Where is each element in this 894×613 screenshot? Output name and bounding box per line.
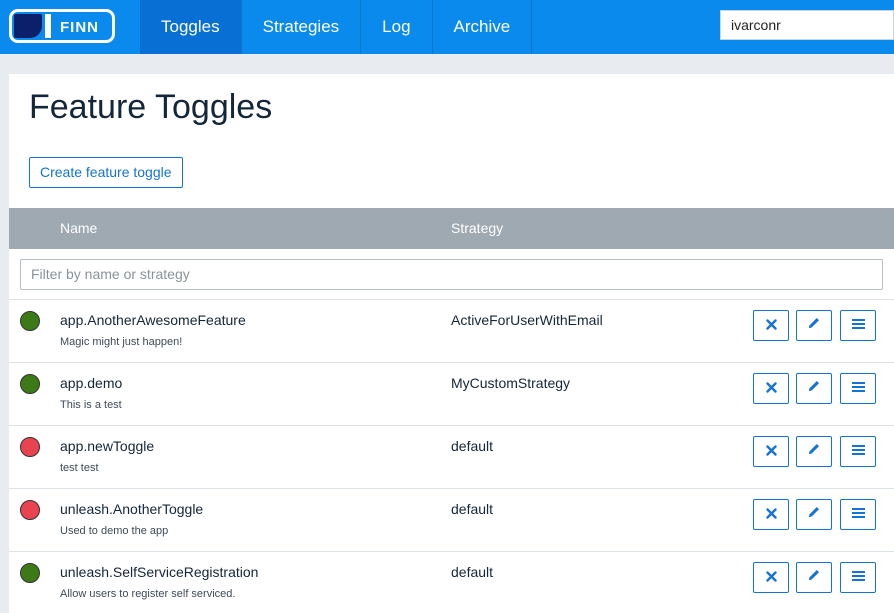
close-icon: [765, 569, 777, 587]
toggle-history-button[interactable]: [840, 373, 876, 404]
close-icon: [765, 317, 777, 335]
main-nav: Toggles Strategies Log Archive: [140, 0, 533, 54]
close-icon: [765, 380, 777, 398]
toggle-name[interactable]: app.newToggle: [60, 438, 154, 454]
list-icon: [851, 380, 865, 398]
toggle-history-button[interactable]: [840, 562, 876, 593]
pencil-icon: [807, 568, 821, 587]
status-toggle-indicator[interactable]: [20, 374, 40, 394]
page-title: Feature Toggles: [29, 88, 273, 126]
status-toggle-indicator[interactable]: [20, 500, 40, 520]
toggle-strategy: default: [451, 501, 494, 517]
edit-toggle-button[interactable]: [796, 499, 832, 530]
table-row: unleash.AnotherToggle Used to demo the ap…: [9, 489, 894, 552]
toggle-name[interactable]: app.demo: [60, 375, 122, 391]
toggle-name[interactable]: unleash.AnotherToggle: [60, 501, 203, 517]
list-icon: [851, 569, 865, 587]
edit-toggle-button[interactable]: [796, 562, 832, 593]
delete-toggle-button[interactable]: [753, 436, 789, 467]
list-icon: [851, 317, 865, 335]
create-feature-toggle-button[interactable]: Create feature toggle: [29, 157, 183, 188]
pencil-icon: [807, 379, 821, 398]
toggle-name[interactable]: unleash.SelfServiceRegistration: [60, 564, 258, 580]
table-row: unleash.SelfServiceRegistration Allow use…: [9, 552, 894, 613]
close-icon: [765, 443, 777, 461]
logo-mark: [14, 14, 42, 38]
delete-toggle-button[interactable]: [753, 373, 789, 404]
tab-strategies[interactable]: Strategies: [242, 0, 362, 54]
toggle-description: Magic might just happen!: [60, 336, 183, 348]
status-toggle-indicator[interactable]: [20, 563, 40, 583]
status-toggle-indicator[interactable]: [20, 437, 40, 457]
toggle-history-button[interactable]: [840, 499, 876, 530]
toggle-description: Allow users to register self serviced.: [60, 588, 236, 600]
table-row: app.AnotherAwesomeFeature Magic might jus…: [9, 300, 894, 363]
pencil-icon: [807, 505, 821, 524]
close-icon: [765, 506, 777, 524]
table-row: app.demo This is a test MyCustomStrategy: [9, 363, 894, 426]
toggle-strategy: ActiveForUserWithEmail: [451, 312, 603, 328]
delete-toggle-button[interactable]: [753, 499, 789, 530]
list-icon: [851, 506, 865, 524]
toggle-strategy: default: [451, 564, 494, 580]
table-row: app.newToggle test test default: [9, 426, 894, 489]
pencil-icon: [807, 442, 821, 461]
top-navbar: FINN Toggles Strategies Log Archive ivar…: [0, 0, 894, 54]
toggle-name[interactable]: app.AnotherAwesomeFeature: [60, 312, 246, 328]
finn-logo[interactable]: FINN: [9, 9, 115, 43]
toggles-panel: Feature Toggles Create feature toggle Na…: [9, 74, 894, 613]
username-field[interactable]: ivarconr: [720, 10, 894, 40]
logo-divider: [45, 14, 51, 38]
tab-toggles[interactable]: Toggles: [140, 0, 242, 54]
toggle-history-button[interactable]: [840, 310, 876, 341]
toggle-strategy: default: [451, 438, 494, 454]
delete-toggle-button[interactable]: [753, 310, 789, 341]
column-header-name: Name: [60, 220, 98, 236]
toggle-description: test test: [60, 462, 99, 474]
toggle-strategy: MyCustomStrategy: [451, 375, 571, 391]
status-toggle-indicator[interactable]: [20, 311, 40, 331]
toggle-description: This is a test: [60, 399, 122, 411]
column-header-strategy: Strategy: [451, 220, 504, 236]
filter-input[interactable]: Filter by name or strategy: [20, 259, 883, 290]
pencil-icon: [807, 316, 821, 335]
tab-log[interactable]: Log: [361, 0, 433, 54]
list-icon: [851, 443, 865, 461]
edit-toggle-button[interactable]: [796, 436, 832, 467]
toggle-description: Used to demo the app: [60, 525, 169, 537]
edit-toggle-button[interactable]: [796, 310, 832, 341]
table-header: Name Strategy: [9, 208, 894, 249]
tab-archive[interactable]: Archive: [433, 0, 533, 54]
toggle-history-button[interactable]: [840, 436, 876, 467]
delete-toggle-button[interactable]: [753, 562, 789, 593]
edit-toggle-button[interactable]: [796, 373, 832, 404]
logo-text: FINN: [60, 19, 99, 36]
